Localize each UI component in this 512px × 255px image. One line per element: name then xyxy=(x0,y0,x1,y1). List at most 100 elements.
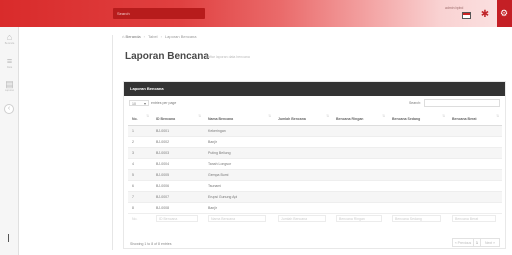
column-header-total[interactable]: Jumlah Bencana ⇅ xyxy=(274,114,332,126)
table-cell: Kekeringan xyxy=(204,125,274,137)
column-header-heavy[interactable]: Bencana Berat ⇅ xyxy=(448,114,502,126)
footer-filter-light[interactable]: Bencana Ringan xyxy=(332,213,388,224)
table-cell xyxy=(274,147,332,159)
table-cell xyxy=(448,202,502,214)
table-search-control: Search: xyxy=(409,99,500,107)
table-cell xyxy=(388,202,448,214)
page-title: Laporan Bencana xyxy=(125,51,209,62)
pagination-previous[interactable]: « Previous xyxy=(452,238,474,247)
table-cell xyxy=(274,191,332,203)
sidebar-item-data[interactable]: ≡ Data xyxy=(0,56,19,69)
column-header-medium[interactable]: Bencana Sedang ⇅ xyxy=(388,114,448,126)
flag-icon[interactable]: ✱ xyxy=(480,10,490,20)
table-cell xyxy=(388,169,448,181)
table-cell xyxy=(332,169,388,181)
mail-icon[interactable] xyxy=(462,12,471,19)
top-navbar: Search admin bpbd ✱ ⚙ xyxy=(0,0,512,27)
panel-title: Laporan Bencana xyxy=(130,86,164,91)
table-cell: 4 xyxy=(128,158,152,170)
table-cell xyxy=(274,125,332,137)
table-cell: Gempa Bumi xyxy=(204,169,274,181)
column-header-light[interactable]: Bencana Ringan ⇅ xyxy=(332,114,388,126)
sidebar-item-label: Beranda xyxy=(4,42,15,45)
table-cell xyxy=(448,147,502,159)
sidebar-item-label: Data xyxy=(6,66,13,69)
table-cell: 7 xyxy=(128,191,152,203)
settings-button[interactable]: ⚙ xyxy=(497,0,512,27)
table-cell xyxy=(332,202,388,214)
table-cell: Tanah Longsor xyxy=(204,158,274,170)
table-cell xyxy=(332,136,388,148)
table-cell xyxy=(448,180,502,192)
table-row[interactable]: 6 BJ-0006 Tsunami xyxy=(128,180,502,192)
table-cell xyxy=(388,125,448,137)
table-cell xyxy=(448,169,502,181)
table-cell xyxy=(388,191,448,203)
entries-length-select[interactable]: 10 xyxy=(129,100,149,107)
table-cell xyxy=(274,180,332,192)
table-cell xyxy=(388,180,448,192)
table-row[interactable]: 1 BJ-0001 Kekeringan xyxy=(128,125,502,137)
table-cell: 3 xyxy=(128,147,152,159)
table-cell: 6 xyxy=(128,180,152,192)
table-cell xyxy=(388,147,448,159)
list-icon: ≡ xyxy=(6,56,13,66)
entries-length-control: 10entries per page xyxy=(129,100,177,107)
breadcrumb: ⌂ Beranda › Tabel › Laporan Bencana xyxy=(122,34,197,39)
gear-icon: ⚙ xyxy=(500,8,509,18)
page-subtitle: daftar laporan data bencana xyxy=(206,55,250,59)
table-cell: BJ-0001 xyxy=(152,125,204,137)
table-cell xyxy=(448,136,502,148)
global-search-input[interactable]: Search xyxy=(113,8,205,19)
table-cell xyxy=(388,158,448,170)
table-row[interactable]: 3 BJ-0003 Puting Beliung xyxy=(128,147,502,159)
table-cell: BJ-0002 xyxy=(152,136,204,148)
sidebar-collapse-icon[interactable]: ‹ xyxy=(4,104,14,114)
calendar-icon: ▤ xyxy=(5,79,14,89)
table-cell xyxy=(332,147,388,159)
table-cell xyxy=(332,180,388,192)
table-cell xyxy=(274,202,332,214)
table-cell: BJ-0005 xyxy=(152,169,204,181)
sidebar-item-home[interactable]: ⌂ Beranda xyxy=(0,32,19,45)
table-cell: BJ-0003 xyxy=(152,147,204,159)
column-header-id[interactable]: ID Bencana ⇅ xyxy=(152,114,204,126)
pagination-next[interactable]: Next » xyxy=(480,238,500,247)
table-cell xyxy=(448,125,502,137)
table-cell xyxy=(332,125,388,137)
table-cell: Puting Beliung xyxy=(204,147,274,159)
entries-length-label: entries per page xyxy=(151,100,177,105)
sidebar-item-laporan[interactable]: ▤ Laporan xyxy=(0,79,19,92)
breadcrumb-home[interactable]: ⌂ Beranda xyxy=(122,34,141,39)
table-cell: 1 xyxy=(128,125,152,137)
footer-filter-id[interactable]: ID Bencana xyxy=(152,213,204,224)
sidebar-item-label: Laporan xyxy=(4,89,15,92)
table-header-row: No. ⇅ ID Bencana ⇅ Nama Bencana ⇅ Jumlah Be… xyxy=(128,114,502,126)
table-cell: Erupsi Gunung Api xyxy=(204,191,274,203)
table-row[interactable]: 5 BJ-0005 Gempa Bumi xyxy=(128,169,502,181)
table-row[interactable]: 7 BJ-0007 Erupsi Gunung Api xyxy=(128,191,502,203)
panel-header: Laporan Bencana xyxy=(124,82,505,96)
footer-filter-medium[interactable]: Bencana Sedang xyxy=(388,213,448,224)
table-cell xyxy=(274,136,332,148)
table-footer-row: No. ID Bencana Nama Bencana Jumlah Benca… xyxy=(128,213,502,224)
column-header-name[interactable]: Nama Bencana ⇅ xyxy=(204,114,274,126)
footer-filter-no[interactable]: No. xyxy=(128,213,152,224)
table-search-input[interactable] xyxy=(424,99,500,107)
pagination: « Previous 1 Next » xyxy=(452,238,500,247)
breadcrumb-item[interactable]: Tabel xyxy=(148,34,158,39)
table-info: Showing 1 to 8 of 8 entries xyxy=(130,242,172,246)
table-row[interactable]: 8 BJ-0008 Banjir xyxy=(128,202,502,214)
footer-filter-heavy[interactable]: Bencana Berat xyxy=(448,213,502,224)
table-row[interactable]: 2 BJ-0002 Banjir xyxy=(128,136,502,148)
table-cell: BJ-0008 xyxy=(152,202,204,214)
footer-filter-total[interactable]: Jumlah Bencana xyxy=(274,213,332,224)
table-cell xyxy=(388,136,448,148)
column-header-no[interactable]: No. ⇅ xyxy=(128,114,152,126)
user-name[interactable]: admin bpbd xyxy=(445,6,463,10)
table-row[interactable]: 4 BJ-0004 Tanah Longsor xyxy=(128,158,502,170)
table-cell xyxy=(274,169,332,181)
table-cell: Banjir xyxy=(204,136,274,148)
footer-filter-name[interactable]: Nama Bencana xyxy=(204,213,274,224)
table-cell: 8 xyxy=(128,202,152,214)
